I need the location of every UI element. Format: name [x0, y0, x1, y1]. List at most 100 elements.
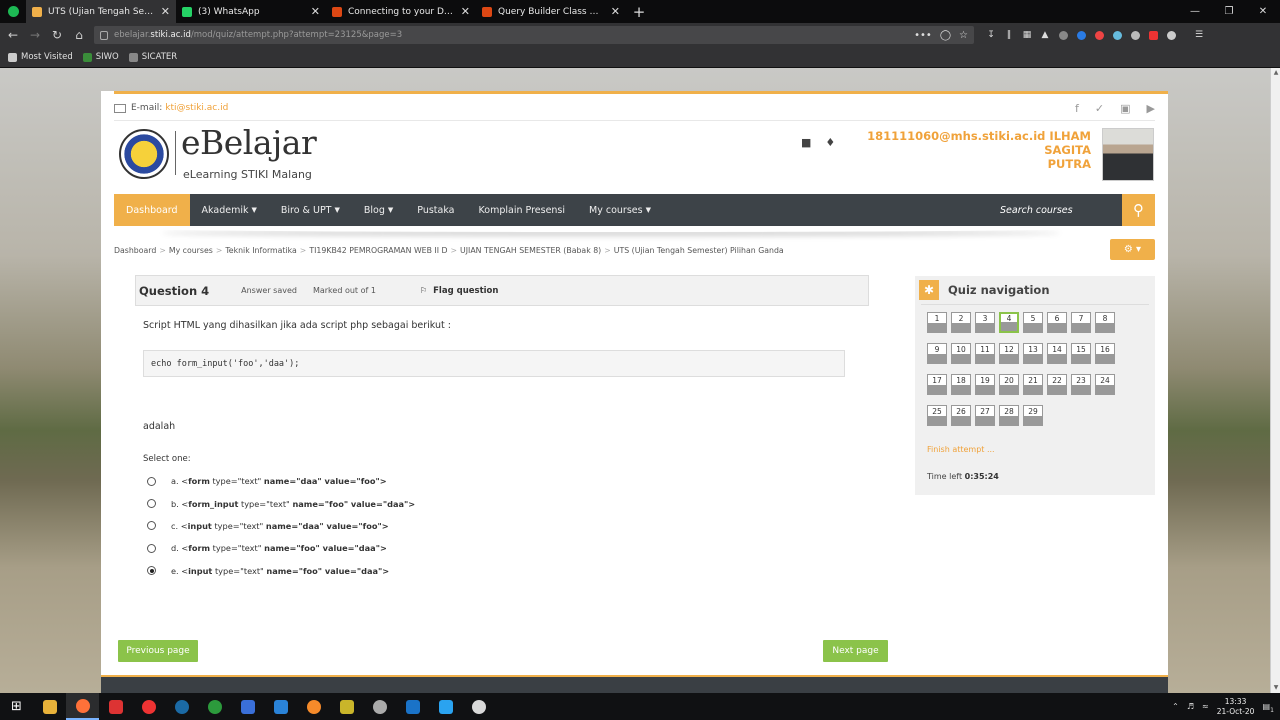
quiz-nav-question-button[interactable]: 21	[1023, 374, 1043, 395]
scroll-up-icon[interactable]: ▲	[1271, 68, 1280, 78]
finish-attempt-link[interactable]: Finish attempt ...	[927, 445, 995, 454]
answer-option[interactable]: c. < input type="text" name="daa" value="…	[147, 515, 415, 537]
quiz-nav-question-button[interactable]: 15	[1071, 343, 1091, 364]
quiz-nav-question-button[interactable]: 8	[1095, 312, 1115, 333]
tab-close-icon[interactable]: ✕	[611, 5, 620, 18]
firefox-icon[interactable]	[66, 693, 99, 720]
quiz-nav-question-button[interactable]: 9	[927, 343, 947, 364]
previous-page-button[interactable]: Previous page	[118, 640, 198, 662]
answer-option[interactable]: d. < form type="text" name="foo" value="d…	[147, 537, 415, 559]
twitter-icon[interactable]: ✓	[1095, 102, 1104, 115]
app-icon[interactable]	[462, 693, 495, 720]
tab-close-icon[interactable]: ✕	[461, 5, 470, 18]
xbox-icon[interactable]	[198, 693, 231, 720]
back-icon[interactable]: ←	[2, 28, 24, 42]
quiz-nav-question-button[interactable]: 4	[999, 312, 1019, 333]
quiz-nav-question-button[interactable]: 11	[975, 343, 995, 364]
nav-item-blog[interactable]: Blog ▼	[352, 194, 405, 226]
answer-radio[interactable]	[147, 521, 156, 531]
page-scrollbar[interactable]: ▲ ▼	[1270, 68, 1280, 693]
library-icon[interactable]: ‖	[1002, 28, 1016, 42]
quiz-nav-question-button[interactable]: 23	[1071, 374, 1091, 395]
windows-start-icon[interactable]: ⊞	[0, 693, 33, 720]
answer-option[interactable]: a. < form type="text" name="daa" value="f…	[147, 470, 415, 492]
opera-icon[interactable]	[132, 693, 165, 720]
new-tab-button[interactable]: +	[626, 0, 652, 23]
bookmark-item[interactable]: SIWO	[82, 52, 119, 62]
flag-question-button[interactable]: ⚐ Flag question	[420, 286, 499, 296]
store-icon[interactable]	[264, 693, 297, 720]
search-icon[interactable]: ⚲	[1122, 194, 1155, 226]
nav-item-dashboard[interactable]: Dashboard	[114, 194, 190, 226]
quiz-nav-question-button[interactable]: 28	[999, 405, 1019, 426]
quiz-nav-question-button[interactable]: 20	[999, 374, 1019, 395]
page-actions-icon[interactable]: •••	[914, 30, 932, 41]
extension-icon[interactable]	[1146, 28, 1160, 42]
restore-icon[interactable]: ❐	[1212, 0, 1246, 23]
user-menu[interactable]: 181111060@mhs.stiki.ac.id ILHAM SAGITA P…	[831, 129, 1091, 171]
volume-icon[interactable]: ♬	[1187, 702, 1194, 711]
nav-item-pustaka[interactable]: Pustaka	[405, 194, 466, 226]
extension-icon[interactable]	[1092, 28, 1106, 42]
forward-icon[interactable]: →	[24, 28, 46, 42]
bookmark-item[interactable]: Most Visited	[8, 52, 73, 62]
quiz-nav-question-button[interactable]: 2	[951, 312, 971, 333]
avatar[interactable]	[1102, 128, 1154, 181]
game-app-icon[interactable]	[99, 693, 132, 720]
answer-option[interactable]: e. < input type="text" name="foo" value="…	[147, 560, 415, 582]
download-icon[interactable]: ↧	[984, 28, 998, 42]
browser-tab[interactable]: UTS (Ujian Tengah Semester) Pilihan Gand…	[26, 0, 176, 23]
extension-icon[interactable]	[1128, 28, 1142, 42]
quiz-nav-question-button[interactable]: 7	[1071, 312, 1091, 333]
search-courses-input[interactable]	[1000, 204, 1122, 216]
quiz-nav-question-button[interactable]: 19	[975, 374, 995, 395]
outlook-icon[interactable]	[396, 693, 429, 720]
breadcrumb-link[interactable]: UTS (Ujian Tengah Semester) Pilihan Gand…	[614, 246, 784, 255]
answer-radio[interactable]	[147, 543, 156, 553]
quiz-nav-question-button[interactable]: 6	[1047, 312, 1067, 333]
quiz-nav-question-button[interactable]: 5	[1023, 312, 1043, 333]
quiz-nav-question-button[interactable]: 29	[1023, 405, 1043, 426]
steam-icon[interactable]	[165, 693, 198, 720]
answer-radio[interactable]	[147, 499, 156, 509]
breadcrumb-link[interactable]: UJIAN TENGAH SEMESTER (Babak 8)	[460, 246, 601, 255]
settings-gear-button[interactable]: ⚙ ▾	[1110, 239, 1155, 260]
remote-desktop-icon[interactable]	[231, 693, 264, 720]
sidebar-icon[interactable]: ▦	[1020, 28, 1034, 42]
email-link[interactable]: kti@stiki.ac.id	[165, 103, 228, 113]
origin-icon[interactable]	[297, 693, 330, 720]
stiki-logo[interactable]	[119, 129, 169, 179]
url-bar[interactable]: ebelajar. stiki.ac.id/mod/quiz/attempt.ph…	[94, 26, 974, 44]
wifi-icon[interactable]: ≈	[1202, 702, 1209, 711]
quiz-nav-question-button[interactable]: 13	[1023, 343, 1043, 364]
browser-tab[interactable]: Query Builder Class — CodeIgniter ✕	[476, 0, 626, 23]
browser-tab[interactable]: Connecting to your Database - CodeIgnite…	[326, 0, 476, 23]
menu-icon[interactable]: ☰	[1192, 28, 1206, 42]
nav-item-my-courses[interactable]: My courses ▼	[577, 194, 663, 226]
scroll-down-icon[interactable]: ▼	[1271, 683, 1280, 693]
quiz-nav-question-button[interactable]: 14	[1047, 343, 1067, 364]
quiz-nav-question-button[interactable]: 26	[951, 405, 971, 426]
instagram-icon[interactable]: ▣	[1120, 102, 1130, 115]
breadcrumb-link[interactable]: Teknik Informatika	[225, 246, 296, 255]
clock[interactable]: 13:33 21-Oct-20	[1217, 697, 1255, 717]
extension-icon[interactable]	[1110, 28, 1124, 42]
extension-icon[interactable]	[1074, 28, 1088, 42]
quiz-nav-question-button[interactable]: 10	[951, 343, 971, 364]
nav-item-akademik[interactable]: Akademik ▼	[190, 194, 269, 226]
messages-icon[interactable]: ■	[801, 136, 811, 149]
quiz-nav-question-button[interactable]: 22	[1047, 374, 1067, 395]
bookmark-star-icon[interactable]: ☆	[959, 30, 968, 41]
nav-item-biro-upt[interactable]: Biro & UPT ▼	[269, 194, 352, 226]
breadcrumb-link[interactable]: My courses	[169, 246, 213, 255]
youtube-icon[interactable]: ▶	[1147, 102, 1155, 115]
quiz-nav-question-button[interactable]: 25	[927, 405, 947, 426]
pocket-icon[interactable]: ◯	[940, 30, 951, 41]
bookmark-item[interactable]: SICATER	[128, 52, 177, 62]
answer-radio[interactable]	[147, 476, 156, 486]
tray-overflow-icon[interactable]: ⌃	[1172, 702, 1179, 711]
quiz-nav-question-button[interactable]: 27	[975, 405, 995, 426]
minimize-icon[interactable]: —	[1178, 0, 1212, 23]
brand-title[interactable]: eBelajar	[181, 123, 317, 162]
breadcrumb-link[interactable]: TI19KB42 PEMROGRAMAN WEB II D	[309, 246, 447, 255]
